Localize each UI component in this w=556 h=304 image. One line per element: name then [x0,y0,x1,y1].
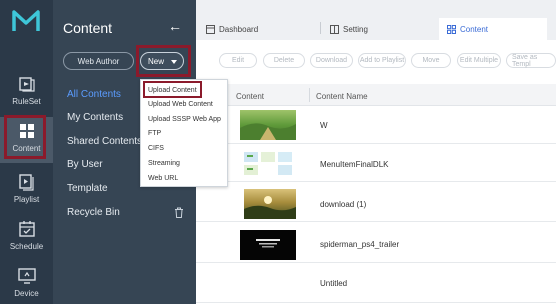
schedule-icon [18,221,35,237]
menu-item-upload-web-content[interactable]: Upload Web Content [148,101,213,108]
menu-item-ftp[interactable]: FTP [148,130,161,137]
rail-label-schedule: Schedule [9,242,44,251]
rail-label-ruleset: RuleSet [12,97,41,106]
content-name[interactable]: W [320,121,328,130]
rail-item-playlist[interactable]: Playlist [0,168,53,214]
content-name[interactable]: MenuItemFinalDLK [320,160,388,169]
tab-content-label: Content [460,24,489,34]
thumbnail-image [244,189,296,219]
menu-item-web-url[interactable]: Web URL [148,175,178,182]
content-name[interactable]: spiderman_ps4_trailer [320,240,399,249]
tab-bar: Dashboard Setting Content [196,0,556,40]
tab-dashboard-label: Dashboard [219,24,259,34]
content-highlight-box [4,115,46,159]
upload-content-highlight-box [143,81,202,98]
tab-dashboard[interactable]: Dashboard [206,18,258,40]
panel-title: Content [63,20,113,36]
column-header-content-name[interactable]: Content Name [316,92,368,101]
edit-button[interactable]: Edit [219,53,257,68]
menu-item-cifs[interactable]: CIFS [148,145,164,152]
app-logo-icon [12,10,40,31]
nav-item-all-contents[interactable]: All Contents [67,89,121,100]
content-name[interactable]: download (1) [320,200,366,209]
thumbnail-image [240,230,296,260]
tab-setting-label: Setting [343,24,368,34]
menu-item-streaming[interactable]: Streaming [148,160,180,167]
dashboard-icon [206,24,215,34]
new-button-highlight-box [136,45,191,77]
rail-label-playlist: Playlist [13,195,40,204]
thumbnail-image [240,110,296,140]
content-name[interactable]: Untitled [320,279,347,288]
column-header-content[interactable]: Content [236,92,264,101]
content-tab-icon [447,24,456,34]
tab-setting[interactable]: Setting [330,18,368,40]
nav-item-by-user[interactable]: By User [67,159,103,170]
nav-item-shared-contents[interactable]: Shared Contents [67,136,142,147]
move-button[interactable]: Move [411,53,451,68]
column-separator [309,88,310,102]
save-as-template-button[interactable]: Save as Templ [506,53,556,68]
tab-separator [320,22,321,34]
trash-icon[interactable] [174,207,184,218]
thumbnail-image [240,149,296,179]
rail-item-device[interactable]: Device [0,262,53,304]
device-icon [17,268,36,284]
delete-button[interactable]: Delete [263,53,305,68]
tab-content[interactable]: Content [439,18,547,40]
web-author-button[interactable]: Web Author [63,52,134,70]
nav-item-my-contents[interactable]: My Contents [67,112,123,123]
arrow-left-icon[interactable]: ← [168,18,182,34]
rail-item-ruleset[interactable]: RuleSet [0,70,53,116]
rail-label-device: Device [14,289,39,298]
playlist-icon [18,174,34,191]
add-to-playlist-button[interactable]: Add to Playlist [358,53,406,68]
nav-item-template[interactable]: Template [67,183,108,194]
ruleset-icon [18,77,35,92]
edit-multiple-button[interactable]: Edit Multiple [457,53,501,68]
table-row[interactable] [196,265,556,303]
rail-item-schedule[interactable]: Schedule [0,215,53,261]
setting-icon [330,24,339,34]
menu-item-upload-sssp-web-app[interactable]: Upload SSSP Web App [148,116,221,123]
download-button[interactable]: Download [310,53,353,68]
nav-item-recycle-bin[interactable]: Recycle Bin [67,207,120,218]
